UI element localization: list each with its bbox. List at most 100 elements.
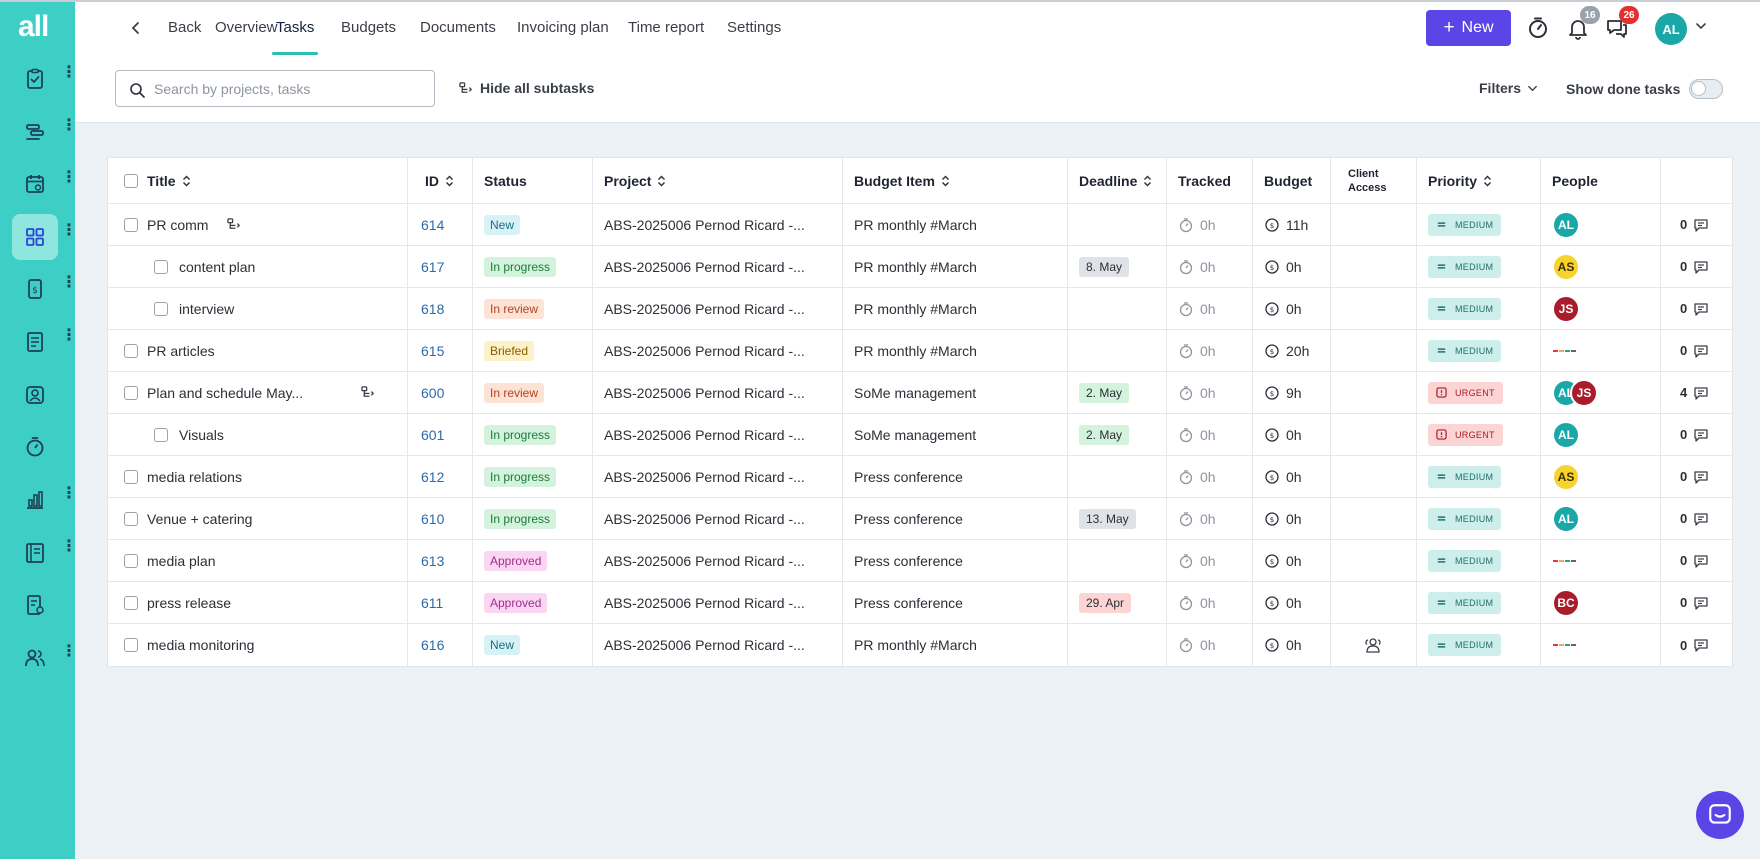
tracked-time[interactable]: 0h [1178, 330, 1216, 371]
people-avatars[interactable]: AS [1552, 456, 1580, 497]
priority-badge[interactable]: MEDIUM [1428, 246, 1502, 287]
status-badge[interactable]: In review [484, 288, 545, 329]
row-checkbox[interactable] [124, 204, 138, 245]
status-badge[interactable]: In progress [484, 414, 557, 455]
column-deadline[interactable]: Deadline [1079, 158, 1152, 203]
people-avatars[interactable]: AL [1552, 414, 1580, 455]
budget-item[interactable]: SoMe management [854, 372, 976, 413]
people-avatars[interactable]: JS [1552, 288, 1580, 329]
budget-item[interactable]: PR monthly #March [854, 204, 977, 245]
sidebar-item-tasks-clipboard[interactable] [12, 56, 58, 102]
table-row[interactable]: content plan 617 In progress ABS-2025006 Pe… [108, 246, 1732, 288]
task-id-link[interactable]: 616 [421, 624, 444, 666]
sidebar-item-team-users[interactable] [12, 635, 58, 681]
tab-budgets[interactable]: Budgets [341, 19, 396, 55]
comments-count[interactable]: 0 [1680, 498, 1709, 539]
more-options-icon[interactable]: ⋮ [61, 328, 77, 344]
tracked-time[interactable]: 0h [1178, 582, 1216, 623]
comments-count[interactable]: 0 [1680, 624, 1709, 666]
client-users-icon[interactable] [1363, 635, 1383, 655]
tab-documents[interactable]: Documents [420, 19, 496, 55]
status-badge[interactable]: New [484, 624, 521, 666]
budget-item[interactable]: PR monthly #March [854, 330, 977, 371]
task-id-link[interactable]: 601 [421, 414, 444, 455]
priority-badge[interactable]: MEDIUM [1428, 624, 1502, 666]
more-options-icon[interactable]: ⋮ [61, 65, 77, 81]
project-name[interactable]: ABS-2025006 Pernod Ricard -... [604, 288, 805, 329]
table-row[interactable]: press release 611 Approved ABS-2025006 Pern… [108, 582, 1732, 624]
search-input[interactable] [154, 79, 424, 99]
task-id-link[interactable]: 610 [421, 498, 444, 539]
subtasks-icon[interactable] [227, 217, 242, 232]
tab-tasks[interactable]: Tasks [271, 19, 319, 55]
search-field[interactable] [115, 70, 435, 107]
deadline-chip[interactable]: 2. May [1079, 372, 1130, 413]
deadline-chip[interactable]: 2. May [1079, 414, 1130, 455]
people-avatars[interactable] [1552, 540, 1580, 581]
deadline-chip[interactable]: 13. May [1079, 498, 1136, 539]
subtasks-toggle[interactable] [227, 204, 242, 245]
sidebar-item-reports-sheet[interactable] [12, 319, 58, 365]
more-options-icon[interactable]: ⋮ [61, 170, 77, 186]
filters-dropdown[interactable]: Filters [1479, 80, 1538, 96]
column-priority[interactable]: Priority [1428, 158, 1492, 203]
sidebar-item-invoices[interactable]: $ [12, 266, 58, 312]
project-name[interactable]: ABS-2025006 Pernod Ricard -... [604, 582, 805, 623]
user-avatar[interactable]: AL [1655, 13, 1687, 45]
budget-item[interactable]: SoMe management [854, 414, 976, 455]
status-badge[interactable]: New [484, 204, 521, 245]
subtasks-toggle[interactable] [361, 372, 376, 413]
task-title[interactable]: interview [179, 288, 234, 329]
status-badge[interactable]: In progress [484, 456, 557, 497]
table-row[interactable]: Plan and schedule May... 600 In review ABS-… [108, 372, 1732, 414]
people-avatars[interactable]: BC [1552, 582, 1580, 623]
row-checkbox[interactable] [124, 498, 138, 539]
deadline-chip[interactable]: 29. Apr [1079, 582, 1132, 623]
tracked-time[interactable]: 0h [1178, 498, 1216, 539]
status-badge[interactable]: In progress [484, 498, 557, 539]
sidebar-item-contacts[interactable] [12, 372, 58, 418]
priority-badge[interactable]: MEDIUM [1428, 330, 1502, 371]
task-id-link[interactable]: 614 [421, 204, 444, 245]
table-row[interactable]: media relations 612 In progress ABS-2025006… [108, 456, 1732, 498]
task-title[interactable]: media plan [147, 540, 216, 581]
task-title[interactable]: Venue + catering [147, 498, 252, 539]
priority-badge[interactable]: URGENT [1428, 414, 1503, 455]
more-options-icon[interactable]: ⋮ [61, 223, 77, 239]
people-avatars[interactable] [1552, 624, 1580, 666]
status-badge[interactable]: In review [484, 372, 545, 413]
project-name[interactable]: ABS-2025006 Pernod Ricard -... [604, 204, 805, 245]
comments-count[interactable]: 0 [1680, 540, 1709, 581]
client-access-toggle[interactable] [1363, 624, 1383, 666]
budget-item[interactable]: PR monthly #March [854, 246, 977, 287]
comments-count[interactable]: 0 [1680, 204, 1709, 245]
task-title[interactable]: media monitoring [147, 624, 254, 666]
project-name[interactable]: ABS-2025006 Pernod Ricard -... [604, 330, 805, 371]
table-row[interactable]: PR articles 615 Briefed ABS-2025006 Pernod … [108, 330, 1732, 372]
budget-item[interactable]: Press conference [854, 456, 963, 497]
tracked-time[interactable]: 0h [1178, 288, 1216, 329]
row-checkbox[interactable] [124, 372, 138, 413]
budget-item[interactable]: PR monthly #March [854, 624, 977, 666]
more-options-icon[interactable]: ⋮ [61, 275, 77, 291]
comments-count[interactable]: 0 [1680, 288, 1709, 329]
status-badge[interactable]: In progress [484, 246, 557, 287]
tracked-time[interactable]: 0h [1178, 414, 1216, 455]
task-title[interactable]: media relations [147, 456, 242, 497]
project-name[interactable]: ABS-2025006 Pernod Ricard -... [604, 246, 805, 287]
row-checkbox[interactable] [154, 288, 168, 329]
project-name[interactable]: ABS-2025006 Pernod Ricard -... [604, 456, 805, 497]
task-title[interactable]: PR articles [147, 330, 215, 371]
project-name[interactable]: ABS-2025006 Pernod Ricard -... [604, 372, 805, 413]
table-row[interactable]: Visuals 601 In progress ABS-2025006 Pernod … [108, 414, 1732, 456]
comments-count[interactable]: 0 [1680, 456, 1709, 497]
task-id-link[interactable]: 618 [421, 288, 444, 329]
priority-badge[interactable]: MEDIUM [1428, 288, 1502, 329]
row-checkbox[interactable] [124, 456, 138, 497]
task-id-link[interactable]: 613 [421, 540, 444, 581]
tracked-time[interactable]: 0h [1178, 246, 1216, 287]
back-chevron-icon[interactable] [130, 21, 142, 35]
row-checkbox[interactable] [124, 582, 138, 623]
tracked-time[interactable]: 0h [1178, 372, 1216, 413]
messages-button[interactable]: 26 [1603, 6, 1639, 42]
